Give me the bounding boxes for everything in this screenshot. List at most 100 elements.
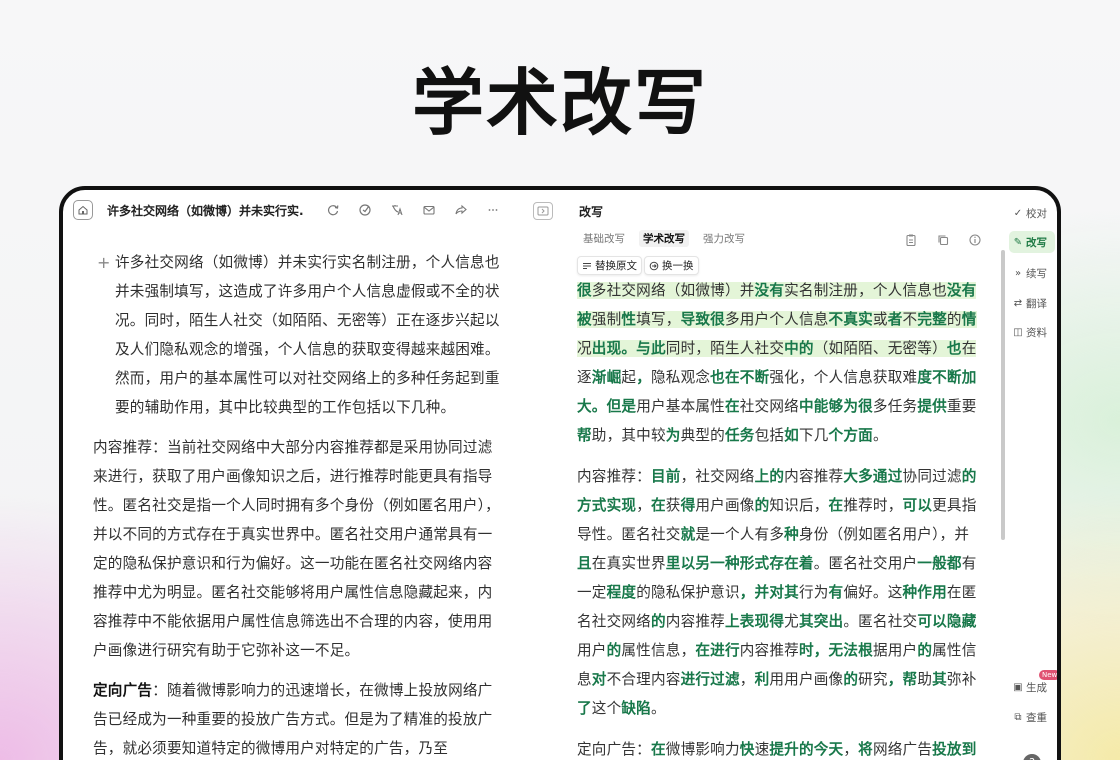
text-segment: 内容推荐 — [739, 642, 799, 659]
changed-segment: 提升的今天 — [769, 741, 844, 758]
sidebar-item-translate[interactable]: ⇄ 翻译 — [1009, 292, 1055, 314]
hero-title: 学术改写 — [411, 61, 708, 145]
changed-segment: 方式实现 — [577, 497, 637, 514]
changed-segment: 在进行 — [695, 642, 740, 659]
text-segment: ， — [739, 671, 755, 688]
changed-segment: ，并对其 — [739, 584, 799, 601]
sidebar-item-label: 改写 — [1026, 236, 1047, 249]
text-segment: 身份（例如匿名用户），并 — [798, 526, 970, 543]
sidebar-item-label: 校对 — [1026, 207, 1047, 220]
text-segment: 填写， — [636, 311, 681, 328]
tab-academic-rewrite[interactable]: 学术改写 — [639, 230, 689, 247]
text-segment: 在真实世界 — [591, 555, 666, 572]
changed-segment: 将 — [858, 741, 873, 758]
copy-button[interactable] — [935, 232, 951, 248]
text-segment: 隐私观念 — [650, 369, 711, 386]
sidebar-item-library[interactable]: ◫ 资料 — [1009, 321, 1055, 343]
collapse-panel-button[interactable] — [533, 202, 553, 220]
replace-original-button[interactable]: 替换原文 — [577, 256, 642, 275]
text-segment: 助 — [917, 671, 933, 688]
text-segment: 属性信息， — [621, 642, 696, 659]
document-title[interactable]: 许多社交网络（如微博）并未实行实... — [107, 202, 303, 219]
changed-segment: 没有 — [754, 282, 785, 299]
sidebar-item-continue[interactable]: » 续写 — [1009, 262, 1055, 284]
rewrite-icon: ✎ — [1013, 236, 1023, 248]
more-button[interactable] — [481, 200, 505, 220]
text-segment: 实名制注册，个人信息也 — [784, 282, 947, 299]
changed-segment: 上表现得 — [724, 613, 785, 630]
text-segment: 典型的 — [680, 427, 725, 444]
changed-segment: 不真实 — [828, 311, 873, 328]
changed-segment: 在 — [828, 497, 844, 514]
changed-segment: 的 — [606, 642, 622, 659]
changed-segment: 者 — [887, 311, 903, 328]
changed-segment: 中的 — [784, 340, 814, 357]
sidebar-item-rewrite[interactable]: ✎ 改写 — [1009, 231, 1055, 253]
changed-segment: 在 — [650, 741, 666, 758]
sidebar-item-generate[interactable]: ▣ 生成 — [1009, 676, 1055, 698]
sidebar-item-label: 查重 — [1026, 711, 1047, 724]
tool-sidebar: ✓校对 ✎改写 »续写 ⇄翻译 ◫资料 New ▣生成 ⧉查重 ? — [1005, 190, 1057, 760]
rewrite-mode-tabs: 基础改写 学术改写 强力改写 — [579, 230, 749, 247]
text-segment: 的 — [946, 311, 962, 328]
more-icon — [488, 209, 498, 211]
changed-segment: 性 — [621, 311, 637, 328]
text-segment: 弥补 — [946, 671, 977, 688]
changed-segment: 里以另一种形式存在着 — [665, 555, 814, 572]
rewritten-paragraph: 很多社交网络（如微博）并没有实名制注册，个人信息也没有被强制性填写，导致很多用户… — [577, 276, 977, 450]
refresh-button[interactable] — [321, 200, 345, 220]
rewritten-text: 很多社交网络（如微博）并没有实名制注册，个人信息也没有被强制性填写，导致很多用户… — [577, 276, 977, 760]
home-button[interactable] — [73, 200, 93, 220]
text-segment: ，社交网络 — [680, 468, 755, 485]
text-segment: 在 — [961, 340, 977, 357]
continue-icon: » — [1014, 267, 1022, 279]
changed-segment: 出现。与此 — [591, 340, 666, 357]
info-button[interactable] — [967, 232, 983, 248]
sidebar-item-proofread[interactable]: ✓ 校对 — [1009, 202, 1055, 224]
text-segment: 属性信 — [932, 642, 977, 659]
sidebar-item-label: 翻译 — [1026, 297, 1047, 310]
changed-segment: 情 — [961, 311, 977, 328]
changed-segment: 对 — [591, 671, 607, 688]
text-segment: 。 — [872, 427, 888, 444]
text-segment: 尤 — [784, 613, 799, 630]
home-icon — [78, 205, 88, 215]
text-segment: 导性。匿名社交 — [577, 526, 681, 543]
paste-button[interactable] — [903, 232, 919, 248]
text-segment: 助，其中较 — [591, 427, 666, 444]
tab-basic-rewrite[interactable]: 基础改写 — [579, 230, 629, 247]
text-segment: 用户画像 — [695, 497, 755, 514]
changed-segment: 在 — [724, 398, 740, 415]
original-paragraph: 定向广告：随着微博影响力的迅速增长，在微博上投放网络广告已经成为一种重要的投放广… — [93, 676, 503, 760]
changed-segment: 目前 — [650, 468, 681, 485]
share-button[interactable] — [449, 200, 473, 220]
translate-button[interactable] — [385, 200, 409, 220]
tab-strong-rewrite[interactable]: 强力改写 — [699, 230, 749, 247]
text-segment: 偏好。这 — [843, 584, 903, 601]
paragraph-label: 定向广告 — [93, 682, 153, 699]
help-icon[interactable]: ? — [1023, 754, 1041, 760]
text-segment: 更具指 — [932, 497, 977, 514]
swap-button[interactable]: 换一换 — [644, 256, 699, 275]
info-icon — [969, 234, 981, 246]
rewritten-sentence: 逐渐崛起，隐私观念也在不断强化，个人信息获取难度不断加大。但是用户基本属性在社交… — [577, 369, 977, 444]
translate-icon — [392, 205, 403, 216]
changed-segment: 的 — [961, 468, 977, 485]
mail-button[interactable] — [417, 200, 441, 220]
text-segment: ， — [843, 741, 859, 758]
duplicate-check-icon: ⧉ — [1014, 711, 1022, 723]
changed-segment: 度不断加 — [917, 369, 977, 386]
changed-segment: 可以 — [902, 497, 933, 514]
text-segment: 行为 — [798, 584, 829, 601]
text-segment: 用用户画像 — [769, 671, 844, 688]
sidebar-item-duplicate-check[interactable]: ⧉ 查重 — [1009, 706, 1055, 728]
text-segment: 多任务 — [872, 398, 918, 415]
check-edit-button[interactable] — [353, 200, 377, 220]
changed-segment: 中能够为很 — [798, 398, 873, 415]
text-segment: 协同过滤 — [902, 468, 962, 485]
changed-segment: 为 — [665, 427, 681, 444]
changed-segment: 也在不断 — [710, 369, 770, 386]
text-segment: 。 — [650, 700, 666, 717]
text-segment: 名社交网络 — [577, 613, 651, 630]
generate-icon: ▣ — [1013, 681, 1023, 693]
